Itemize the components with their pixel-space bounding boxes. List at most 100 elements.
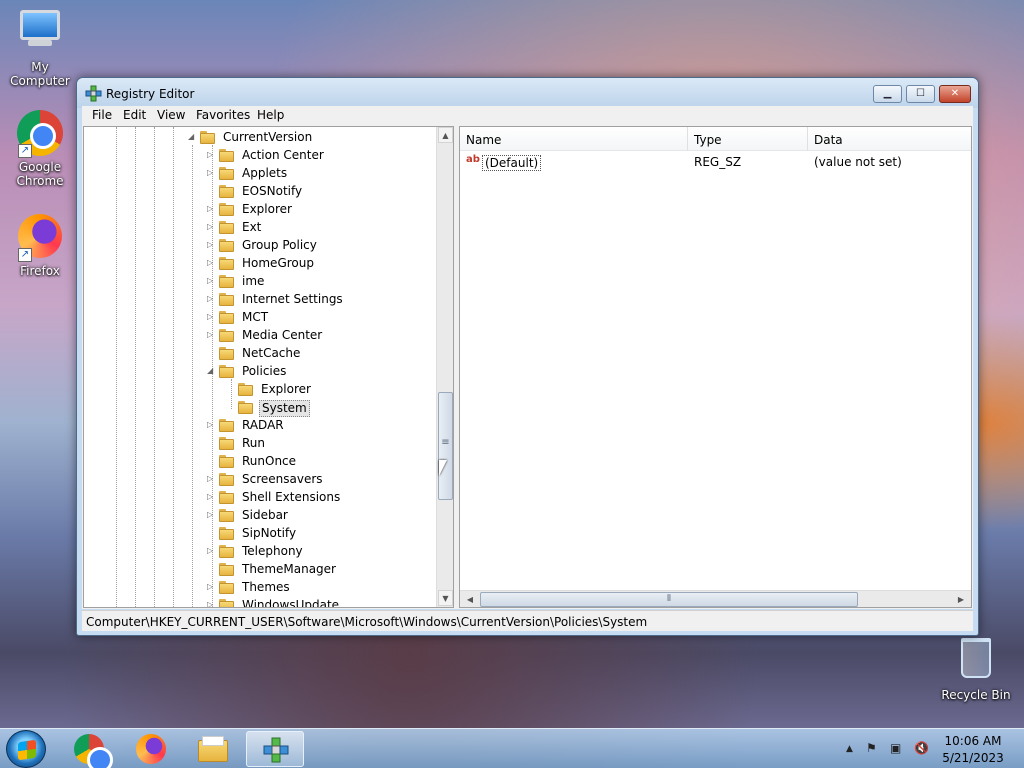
- tree-item[interactable]: ▷ RADAR: [84, 417, 436, 435]
- key-tree-pane[interactable]: ◢ CurrentVersion ▷ Action Center ▷ Applets EOS…: [83, 126, 454, 608]
- expand-arrow-icon[interactable]: ▷: [207, 204, 216, 213]
- tree-item[interactable]: ▷ Media Center: [84, 327, 436, 345]
- tree-item[interactable]: ThemeManager: [84, 561, 436, 579]
- regedit-icon: [263, 737, 289, 763]
- desktop-icon-my-computer[interactable]: My Computer: [0, 6, 80, 88]
- minimize-icon: ▁: [883, 88, 892, 99]
- close-icon: ✕: [950, 88, 960, 99]
- expand-arrow-icon[interactable]: ▷: [207, 276, 216, 285]
- collapse-arrow-icon[interactable]: ◢: [188, 132, 197, 141]
- tree-item[interactable]: ▷ Internet Settings: [84, 291, 436, 309]
- desktop-icon-google-chrome[interactable]: ↗ Google Chrome: [0, 110, 80, 188]
- folder-icon: [219, 491, 234, 504]
- expand-arrow-icon[interactable]: ▷: [207, 168, 216, 177]
- expand-arrow-icon[interactable]: ▷: [207, 294, 216, 303]
- value-row[interactable]: ab (Default) REG_SZ (value not set): [460, 153, 970, 171]
- system-clock[interactable]: 10:06 AM 5/21/2023: [940, 733, 1006, 767]
- regedit-icon: [85, 85, 102, 102]
- show-hidden-icons-button[interactable]: ▲: [846, 744, 853, 754]
- desktop-icon-firefox[interactable]: ↗ Firefox: [0, 214, 80, 278]
- folder-icon: [219, 293, 234, 306]
- title-bar[interactable]: Registry Editor ▁ ☐ ✕: [77, 78, 978, 108]
- tree-item[interactable]: ▷ Sidebar: [84, 507, 436, 525]
- tree-item[interactable]: ▷ Themes: [84, 579, 436, 597]
- tree-item[interactable]: ◢ CurrentVersion: [84, 129, 436, 147]
- expand-arrow-icon[interactable]: ▷: [207, 474, 216, 483]
- menu-view[interactable]: View: [157, 108, 185, 122]
- collapse-arrow-icon[interactable]: ◢: [207, 366, 216, 375]
- folder-icon: [200, 131, 215, 144]
- desktop-icon-label: Recycle Bin: [941, 688, 1011, 702]
- taskbar-regedit-button[interactable]: [246, 731, 304, 767]
- menu-file[interactable]: File: [92, 108, 112, 122]
- expand-arrow-icon[interactable]: ▷: [207, 258, 216, 267]
- tree-item[interactable]: ▷ Action Center: [84, 147, 436, 165]
- expand-arrow-icon[interactable]: ▷: [207, 330, 216, 339]
- tree-item[interactable]: ▷ Group Policy: [84, 237, 436, 255]
- taskbar-explorer-button[interactable]: [184, 731, 242, 767]
- tree-item[interactable]: ▷ WindowsUpdate: [84, 597, 436, 607]
- folder-icon: [219, 563, 234, 576]
- tree-item-label: Ext: [242, 220, 262, 234]
- tree-item[interactable]: Run: [84, 435, 436, 453]
- expand-arrow-icon[interactable]: ▷: [207, 420, 216, 429]
- tree-item[interactable]: SipNotify: [84, 525, 436, 543]
- tree-item[interactable]: System: [84, 399, 436, 417]
- expand-arrow-icon[interactable]: ▷: [207, 492, 216, 501]
- menu-favorites[interactable]: Favorites: [196, 108, 250, 122]
- list-horizontal-scrollbar[interactable]: ◀ ⦀ ▶: [460, 590, 971, 607]
- desktop-icon-recycle-bin[interactable]: Recycle Bin: [936, 634, 1016, 702]
- tree-item[interactable]: EOSNotify: [84, 183, 436, 201]
- menu-help[interactable]: Help: [257, 108, 284, 122]
- client-area: ◢ CurrentVersion ▷ Action Center ▷ Applets EOS…: [82, 125, 973, 609]
- tree-item[interactable]: ▷ Screensavers: [84, 471, 436, 489]
- close-button[interactable]: ✕: [939, 85, 971, 103]
- tree-item[interactable]: NetCache: [84, 345, 436, 363]
- tree-item[interactable]: ▷ Applets: [84, 165, 436, 183]
- tree-item[interactable]: ▷ Explorer: [84, 201, 436, 219]
- tree-item-label: Themes: [242, 580, 290, 594]
- scroll-right-arrow-icon[interactable]: ▶: [953, 592, 969, 607]
- tree-item-label: NetCache: [242, 346, 301, 360]
- expand-arrow-icon[interactable]: ▷: [207, 150, 216, 159]
- taskbar-firefox-button[interactable]: [122, 731, 180, 767]
- maximize-button[interactable]: ☐: [906, 85, 935, 103]
- expand-arrow-icon[interactable]: ▷: [207, 600, 216, 607]
- values-list-pane[interactable]: Name Type Data ab (Default) REG_SZ (valu…: [459, 126, 972, 608]
- expand-arrow-icon[interactable]: ▷: [207, 222, 216, 231]
- expand-arrow-icon[interactable]: ▷: [207, 312, 216, 321]
- tree-item[interactable]: RunOnce: [84, 453, 436, 471]
- tree-item[interactable]: ▷ MCT: [84, 309, 436, 327]
- scroll-down-arrow-icon[interactable]: ▼: [438, 590, 453, 606]
- scroll-up-arrow-icon[interactable]: ▲: [438, 127, 453, 143]
- folder-icon: [219, 203, 234, 216]
- firefox-icon: ↗: [16, 214, 64, 262]
- menu-edit[interactable]: Edit: [123, 108, 146, 122]
- tree-item[interactable]: ▷ Telephony: [84, 543, 436, 561]
- column-header-data[interactable]: Data: [808, 127, 971, 151]
- column-header-name[interactable]: Name: [460, 127, 688, 151]
- expand-arrow-icon[interactable]: ▷: [207, 582, 216, 591]
- tree-item[interactable]: ▷ Shell Extensions: [84, 489, 436, 507]
- expand-arrow-icon[interactable]: ▷: [207, 546, 216, 555]
- tree-item[interactable]: ◢ Policies: [84, 363, 436, 381]
- tree-item[interactable]: ▷ Ext: [84, 219, 436, 237]
- tree-item[interactable]: Explorer: [84, 381, 436, 399]
- expand-arrow-icon[interactable]: ▷: [207, 510, 216, 519]
- tree-vertical-scrollbar[interactable]: ▲ ≡ ▼: [436, 127, 453, 607]
- network-icon[interactable]: ▣: [890, 741, 901, 755]
- tree-item-label: EOSNotify: [242, 184, 303, 198]
- tree-item[interactable]: ▷ HomeGroup: [84, 255, 436, 273]
- minimize-button[interactable]: ▁: [873, 85, 902, 103]
- start-button[interactable]: [6, 730, 46, 768]
- tree-item[interactable]: ▷ ime: [84, 273, 436, 291]
- action-center-flag-icon[interactable]: ⚑: [866, 741, 877, 755]
- value-name: (Default): [482, 155, 542, 171]
- scroll-left-arrow-icon[interactable]: ◀: [462, 592, 478, 607]
- column-header-type[interactable]: Type: [688, 127, 808, 151]
- expand-arrow-icon[interactable]: ▷: [207, 240, 216, 249]
- taskbar-chrome-button[interactable]: [60, 731, 118, 768]
- volume-muted-icon[interactable]: 🔇: [914, 741, 929, 755]
- list-scroll-thumb[interactable]: ⦀: [480, 592, 858, 607]
- tree-scroll-thumb[interactable]: ≡: [438, 392, 453, 500]
